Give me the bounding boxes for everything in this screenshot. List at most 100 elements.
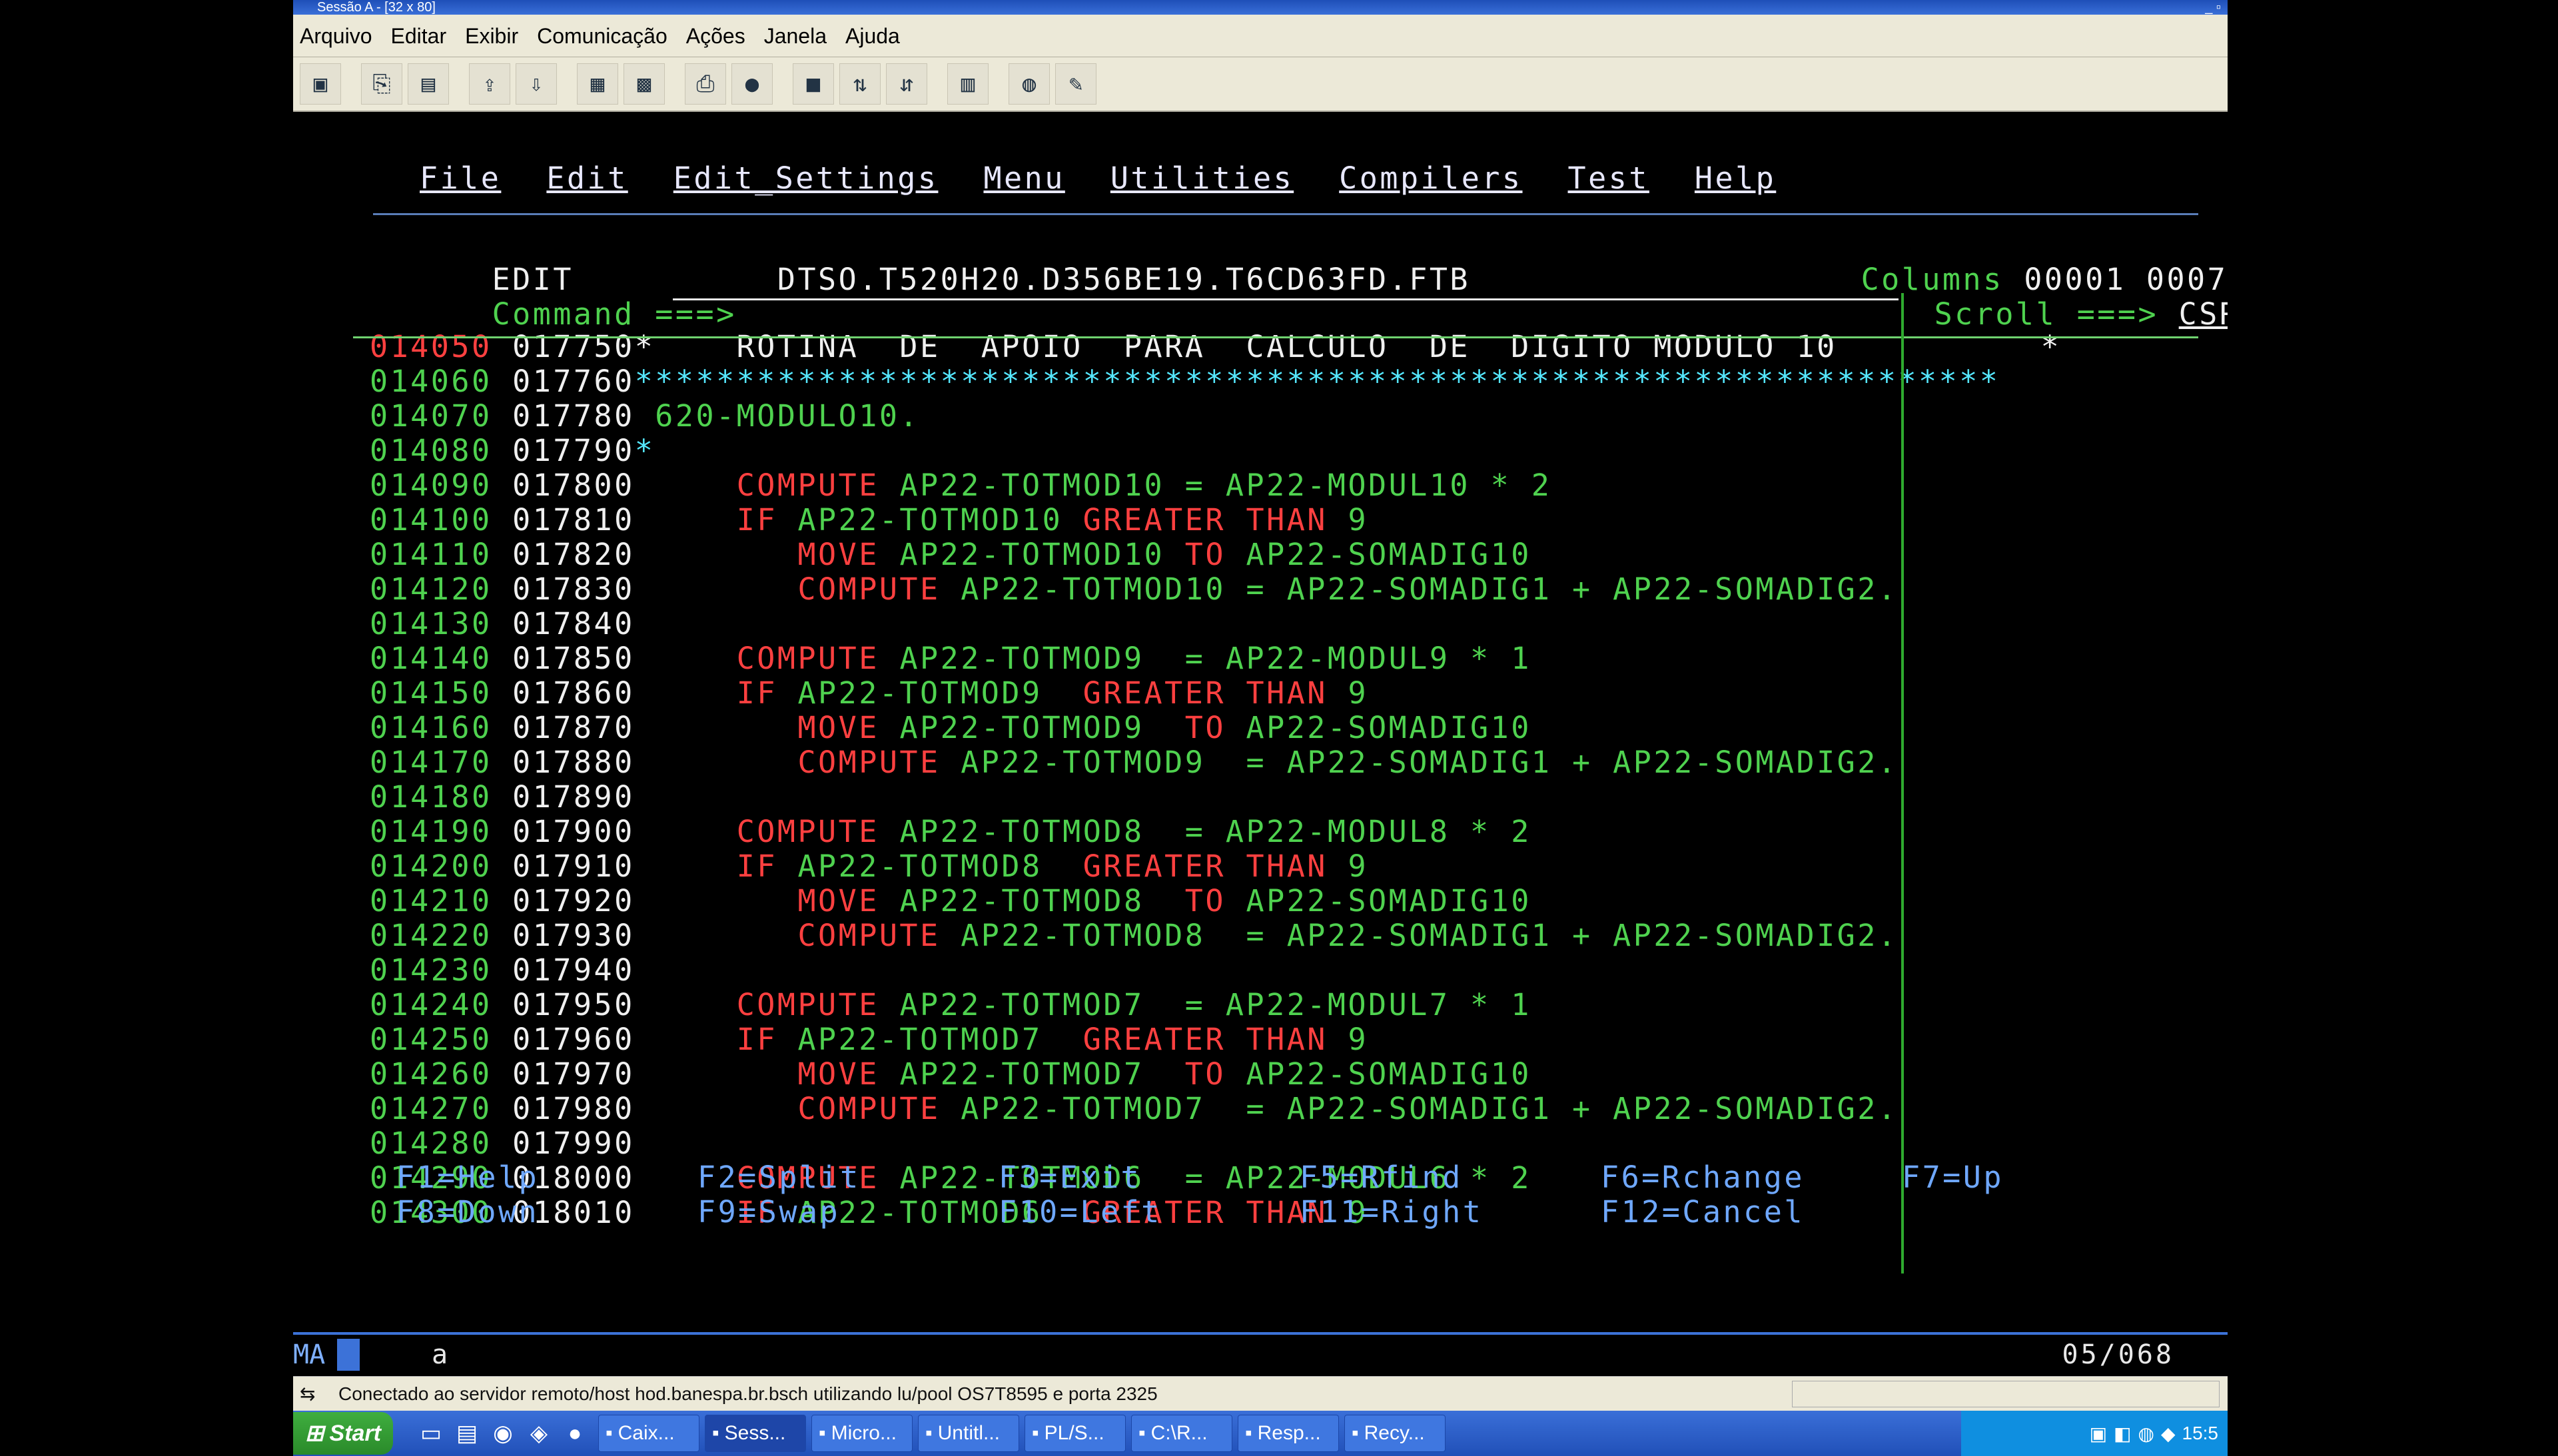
ispf-menu-edit-settings[interactable]: Edit_Settings xyxy=(673,161,939,196)
media-icon[interactable]: ◈ xyxy=(521,1420,557,1447)
emulator-window: Sessão A - [32 x 80] _ ▫ Arquivo Editar Ex… xyxy=(293,0,2228,1456)
pf-key[interactable]: F7=Up xyxy=(1902,1160,2203,1195)
source-line[interactable]: 014140 017850 COMPUTE AP22-TOTMOD9 = AP2… xyxy=(370,641,1531,676)
taskbar: ⊞ Start ▭ ▤ ◉ ◈ ● ▪ Caix... ▪ Sess... ▪ Micro… xyxy=(293,1411,2228,1456)
toolbar-button-8[interactable]: ● xyxy=(731,63,773,105)
pf-key[interactable]: F10=Left xyxy=(999,1195,1300,1230)
toolbar-button-0[interactable]: ▣ xyxy=(300,63,341,105)
taskbar-task[interactable]: ▪ PL/S... xyxy=(1025,1415,1126,1452)
source-line[interactable]: 014050 017750* ROTINA DE APOIO PARA CALC… xyxy=(370,330,2061,364)
pf-key[interactable]: F12=Cancel xyxy=(1601,1195,1902,1230)
firefox-icon[interactable]: ● xyxy=(557,1421,593,1447)
command-input-underline[interactable] xyxy=(673,298,1899,300)
source-line[interactable]: 014150 017860 IF AP22-TOTMOD9 GREATER TH… xyxy=(370,676,1368,711)
toolbar-button-7[interactable]: ⎙ xyxy=(685,63,726,105)
menu-item-6[interactable]: Ajuda xyxy=(845,15,900,57)
menu-item-0[interactable]: Arquivo xyxy=(300,15,372,57)
ispf-menu-test[interactable]: Test xyxy=(1568,161,1649,196)
source-line[interactable]: 014180 017890 xyxy=(370,780,635,815)
taskbar-task[interactable]: ▪ Sess... xyxy=(705,1415,806,1452)
menu-item-4[interactable]: Ações xyxy=(686,15,745,57)
pf-key[interactable]: F6=Rchange xyxy=(1601,1160,1902,1195)
cobol-keyword: TO xyxy=(1184,883,1226,918)
source-line[interactable]: 014100 017810 IF AP22-TOTMOD10 GREATER T… xyxy=(370,503,1368,538)
toolbar-button-13[interactable]: ◍ xyxy=(1009,63,1050,105)
pf-key[interactable]: F9=Swap xyxy=(697,1195,999,1230)
toolbar-button-14[interactable]: ✎ xyxy=(1055,63,1096,105)
source-line[interactable]: 014230 017940 xyxy=(370,953,635,988)
menu-item-1[interactable]: Editar xyxy=(391,15,447,57)
toolbar-button-4[interactable]: ⇩ xyxy=(516,63,557,105)
start-button[interactable]: ⊞ Start xyxy=(293,1412,393,1455)
taskbar-task[interactable]: ▪ Resp... xyxy=(1238,1415,1339,1452)
source-line[interactable]: 014200 017910 IF AP22-TOTMOD8 GREATER TH… xyxy=(370,849,1368,884)
source-line[interactable]: 014110 017820 MOVE AP22-TOTMOD10 TO AP22… xyxy=(370,538,1531,572)
taskbar-task[interactable]: ▪ Recy... xyxy=(1344,1415,1446,1452)
toolbar-button-12[interactable]: ▥ xyxy=(947,63,989,105)
toolbar-button-11[interactable]: ⇵ xyxy=(886,63,927,105)
window-controls[interactable]: _ ▫ xyxy=(2205,0,2221,15)
tray-network-icon[interactable]: ▣ xyxy=(2090,1423,2107,1445)
pf-key[interactable]: F8=Down xyxy=(396,1195,697,1230)
taskbar-task[interactable]: ▪ Untitl... xyxy=(918,1415,1019,1452)
cobol-keyword: COMPUTE xyxy=(736,641,879,676)
tray-lang-icon[interactable]: ◧ xyxy=(2114,1423,2131,1445)
macro-record-icon: ● xyxy=(745,71,759,97)
source-line[interactable]: 014090 017800 COMPUTE AP22-TOTMOD10 = AP… xyxy=(370,468,1551,503)
source-line[interactable]: 014250 017960 IF AP22-TOTMOD7 GREATER TH… xyxy=(370,1022,1368,1057)
line-text: 620-MODULO10. xyxy=(634,398,921,434)
show-desktop-icon[interactable]: ▭ xyxy=(413,1420,449,1447)
source-line[interactable]: 014240 017950 COMPUTE AP22-TOTMOD7 = AP2… xyxy=(370,988,1531,1022)
cobol-keyword: COMPUTE xyxy=(797,918,941,953)
source-line[interactable]: 014270 017980 COMPUTE AP22-TOTMOD7 = AP2… xyxy=(370,1092,1898,1126)
toolbar-button-1[interactable]: ⎘ xyxy=(361,63,402,105)
terminal-screen[interactable]: File Edit Edit_Settings Menu Utilities Compil… xyxy=(293,113,2228,1332)
ispf-menu-utilities[interactable]: Utilities xyxy=(1110,161,1294,196)
pf-key[interactable]: F2=Split xyxy=(697,1160,999,1195)
source-line[interactable]: 014080 017790* xyxy=(370,434,655,468)
source-line[interactable]: 014260 017970 MOVE AP22-TOTMOD7 TO AP22-… xyxy=(370,1057,1531,1092)
source-line[interactable]: 014190 017900 COMPUTE AP22-TOTMOD8 = AP2… xyxy=(370,815,1531,849)
ispf-menu-file[interactable]: File xyxy=(420,161,501,196)
menu-item-5[interactable]: Janela xyxy=(764,15,827,57)
taskbar-task[interactable]: ▪ Micro... xyxy=(811,1415,913,1452)
menu-item-3[interactable]: Comunicação xyxy=(537,15,667,57)
pf-key[interactable]: F5=Rfind xyxy=(1300,1160,1601,1195)
ispf-menu-menu[interactable]: Menu xyxy=(983,161,1065,196)
toolbar-button-3[interactable]: ⇪ xyxy=(469,63,510,105)
task-app-icon: ▪ xyxy=(606,1422,613,1444)
explorer-icon[interactable]: ▤ xyxy=(449,1420,485,1447)
source-line[interactable]: 014280 017990 xyxy=(370,1126,635,1161)
menu-item-2[interactable]: Exibir xyxy=(465,15,518,57)
ispf-menu-compilers[interactable]: Compilers xyxy=(1339,161,1522,196)
source-line[interactable]: 014130 017840 xyxy=(370,607,635,641)
toolbar-button-2[interactable]: ▤ xyxy=(408,63,449,105)
ispf-menu-help[interactable]: Help xyxy=(1695,161,1776,196)
pf-key[interactable]: F11=Right xyxy=(1300,1195,1601,1230)
source-line[interactable]: 014120 017830 COMPUTE AP22-TOTMOD10 = AP… xyxy=(370,572,1898,607)
source-line[interactable]: 014170 017880 COMPUTE AP22-TOTMOD9 = AP2… xyxy=(370,745,1898,780)
ispf-menu-edit[interactable]: Edit xyxy=(546,161,628,196)
taskbar-task[interactable]: ▪ Caix... xyxy=(598,1415,699,1452)
ie-icon[interactable]: ◉ xyxy=(485,1420,521,1447)
taskbar-task[interactable]: ▪ C:\R... xyxy=(1131,1415,1232,1452)
source-line[interactable]: 014160 017870 MOVE AP22-TOTMOD9 TO AP22-… xyxy=(370,711,1531,745)
toolbar-button-5[interactable]: ▦ xyxy=(577,63,618,105)
pf-key[interactable]: F3=Exit xyxy=(999,1160,1300,1195)
source-line[interactable]: 014220 017930 COMPUTE AP22-TOTMOD8 = AP2… xyxy=(370,918,1898,953)
pf-key[interactable]: F1=Help xyxy=(396,1160,697,1195)
clock: 15:5 xyxy=(2182,1423,2219,1443)
scroll-value[interactable]: CSR xyxy=(2179,296,2228,332)
source-line[interactable]: 014070 017780 620-MODULO10. xyxy=(370,399,920,434)
toolbar-button-9[interactable]: ■ xyxy=(793,63,834,105)
source-line[interactable]: 014060 017760***************************… xyxy=(370,364,2000,399)
toolbar-button-6[interactable]: ▩ xyxy=(624,63,665,105)
tray-volume-icon[interactable]: ◍ xyxy=(2138,1423,2154,1445)
tray-security-icon[interactable]: ◆ xyxy=(2161,1423,2176,1445)
cobol-operand: AP22-TOTMOD8 xyxy=(797,849,1063,884)
source-line[interactable]: 014210 017920 MOVE AP22-TOTMOD8 TO AP22-… xyxy=(370,884,1531,918)
window-title-bar[interactable]: Sessão A - [32 x 80] _ ▫ xyxy=(293,0,2228,15)
connection-icon: ⇆ xyxy=(300,1383,316,1404)
sequence-number: 017990 xyxy=(512,1126,635,1161)
toolbar-button-10[interactable]: ⇅ xyxy=(839,63,881,105)
